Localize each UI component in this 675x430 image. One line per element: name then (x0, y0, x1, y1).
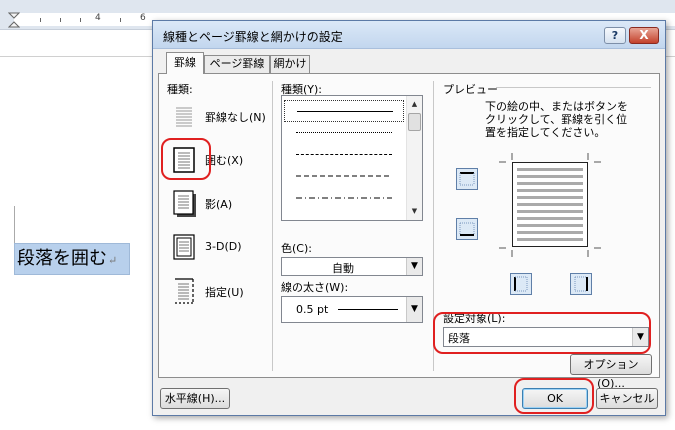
setting-heading: 種類: (167, 83, 193, 96)
paragraph-text: 段落を囲む (17, 248, 107, 269)
color-label: 色(C): (281, 242, 312, 255)
style-list-scrollbar[interactable]: ▲ ▼ (406, 96, 422, 220)
setting-none[interactable] (169, 101, 197, 131)
ruler-tick (80, 18, 81, 22)
setting-3d[interactable] (169, 231, 197, 261)
ruler-tick (60, 18, 61, 22)
color-select[interactable]: 自動 ▼ (281, 257, 423, 276)
bottom-border-icon (459, 222, 475, 236)
left-border-icon (514, 276, 528, 292)
scroll-up-icon[interactable]: ▲ (407, 96, 422, 112)
style-dotted[interactable] (284, 122, 404, 144)
chevron-down-icon[interactable]: ▼ (406, 297, 422, 322)
chevron-down-icon[interactable]: ▼ (406, 258, 422, 275)
setting-custom-label[interactable]: 指定(U) (205, 284, 244, 300)
dash-dot-line (296, 197, 392, 199)
preview-rule (496, 87, 651, 88)
preview-instruction-3: 置を指定してください。 (485, 126, 606, 139)
right-border-icon (574, 276, 588, 292)
width-sample-line (338, 309, 398, 310)
top-border-icon (459, 172, 475, 186)
selected-paragraph[interactable]: 段落を囲む↵ (14, 243, 131, 275)
style-dashed[interactable] (284, 166, 404, 188)
width-select[interactable]: 0.5 pt ▼ (281, 296, 423, 323)
dialog-title: 線種とページ罫線と網かけの設定 (163, 30, 343, 44)
ruler-tick (120, 18, 121, 22)
highlight-ok (514, 378, 594, 414)
border-custom-icon (175, 278, 194, 304)
title-bar[interactable]: 線種とページ罫線と網かけの設定 ? X (153, 21, 665, 49)
width-label: 線の太さ(W): (281, 281, 349, 294)
options-button[interactable]: オプション(O)... (570, 354, 652, 390)
cancel-button[interactable]: キャンセル (596, 388, 658, 409)
style-dash-dot[interactable] (284, 188, 404, 210)
top-border-button[interactable] (456, 168, 478, 190)
setting-3d-label[interactable]: 3-D(D) (205, 240, 242, 253)
scroll-down-icon[interactable]: ▼ (407, 203, 422, 219)
style-solid[interactable] (284, 100, 404, 122)
ruler-number: 6 (140, 13, 146, 23)
line-style-list[interactable]: ▲ ▼ (281, 95, 423, 221)
tab-shading[interactable]: 網かけ (270, 55, 310, 73)
horizontal-line-button[interactable]: 水平線(H)... (160, 388, 230, 409)
preview-corner-marks (499, 153, 601, 257)
style-dashed-small[interactable] (284, 144, 404, 166)
indent-marker-icon[interactable] (8, 12, 20, 28)
help-button[interactable]: ? (604, 27, 626, 44)
setting-shadow-label[interactable]: 影(A) (205, 196, 232, 212)
close-button[interactable]: X (629, 27, 659, 44)
bottom-border-button[interactable] (456, 218, 478, 240)
tab-page-border[interactable]: ページ罫線 (204, 55, 270, 73)
borders-and-shading-dialog: 線種とページ罫線と網かけの設定 ? X 罫線 ページ罫線 網かけ 種類: 罫線な… (152, 20, 666, 416)
border-3d-icon (173, 234, 195, 260)
width-value: 0.5 pt (296, 303, 329, 316)
left-border-button[interactable] (510, 273, 532, 295)
scroll-thumb[interactable] (408, 113, 421, 131)
ruler-tick (40, 18, 41, 22)
setting-shadow[interactable] (169, 187, 197, 217)
right-border-button[interactable] (570, 273, 592, 295)
tab-borders[interactable]: 罫線 (166, 52, 204, 74)
color-value: 自動 (332, 262, 354, 275)
highlight-box-setting (161, 138, 211, 180)
highlight-apply-to (433, 312, 651, 354)
preview-heading: プレビュー (443, 83, 498, 96)
paragraph-mark: ↵ (108, 254, 118, 267)
setting-custom[interactable] (169, 275, 197, 305)
dashed-line (296, 175, 392, 177)
text-boundary-mark (14, 206, 15, 244)
column-divider (272, 81, 273, 371)
ruler-number: 4 (95, 13, 101, 23)
border-none-icon (176, 107, 192, 127)
setting-none-label[interactable]: 罫線なし(N) (205, 109, 266, 125)
border-shadow-icon (173, 190, 196, 217)
